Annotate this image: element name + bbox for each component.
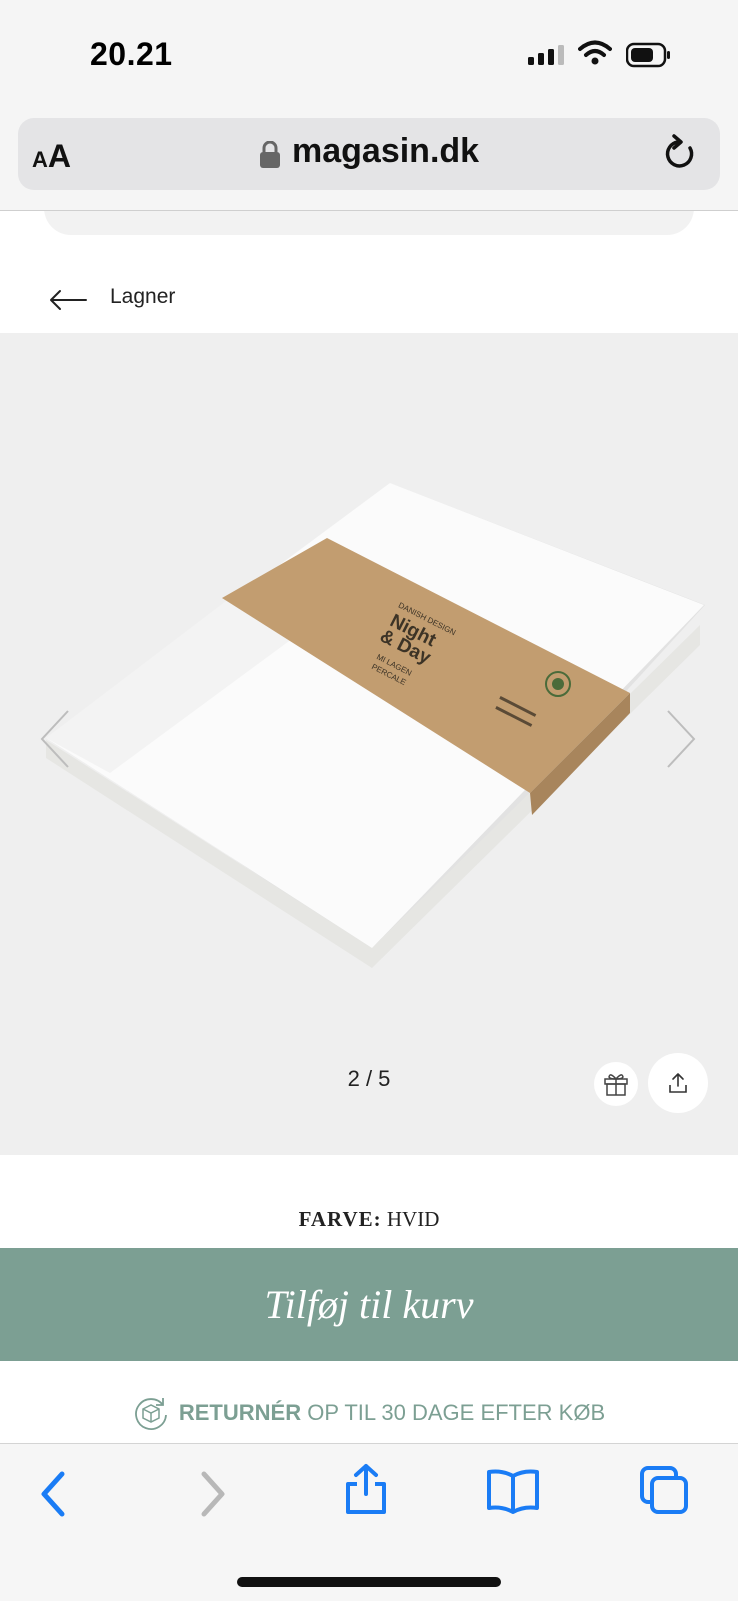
color-variant: FARVE: HVID — [0, 1207, 738, 1232]
share-icon — [669, 1073, 687, 1093]
url-domain[interactable]: magasin.dk — [292, 132, 479, 171]
product-gallery[interactable]: DANISH DESIGN Night & Day MI LAGEN PERCA… — [0, 333, 738, 1155]
product-image: DANISH DESIGN Night & Day MI LAGEN PERCA… — [46, 483, 705, 968]
home-indicator — [237, 1577, 501, 1587]
battery-icon — [625, 42, 672, 73]
lock-icon — [260, 140, 280, 173]
page-content: Lagner DANISH DESIGN Night & Day MI LAGE… — [0, 211, 738, 1443]
chevron-left-icon[interactable] — [38, 708, 72, 775]
return-box-icon — [135, 1398, 167, 1430]
signal-icon — [528, 44, 572, 71]
forward-icon[interactable] — [198, 1470, 228, 1523]
browser-toolbar — [0, 1443, 738, 1601]
tabs-icon[interactable] — [638, 1464, 690, 1521]
bookmarks-icon[interactable] — [486, 1468, 540, 1519]
returns-strong: RETURNÉR — [178, 1400, 302, 1425]
text-size-button[interactable]: AA — [32, 138, 71, 175]
share-sheet-icon[interactable] — [342, 1462, 390, 1521]
back-icon[interactable] — [38, 1470, 68, 1523]
wifi-icon — [578, 40, 612, 71]
color-value: HVID — [386, 1207, 440, 1231]
reload-icon[interactable] — [662, 134, 698, 177]
search-field-edge — [44, 211, 694, 235]
add-to-cart-button[interactable]: Tilføj til kurv — [0, 1248, 738, 1361]
gift-button[interactable] — [594, 1062, 638, 1106]
returns-text: OP TIL 30 DAGE EFTER KØB — [307, 1400, 606, 1425]
status-time: 20.21 — [90, 36, 173, 72]
breadcrumb-link[interactable]: Lagner — [110, 285, 175, 309]
color-label: FARVE: — [298, 1207, 382, 1231]
back-arrow-icon[interactable] — [48, 289, 88, 316]
returns-info: RETURNÉR OP TIL 30 DAGE EFTER KØB — [0, 1395, 738, 1431]
share-button[interactable] — [648, 1053, 708, 1113]
gift-icon — [604, 1074, 628, 1096]
chevron-right-icon[interactable] — [664, 708, 698, 775]
